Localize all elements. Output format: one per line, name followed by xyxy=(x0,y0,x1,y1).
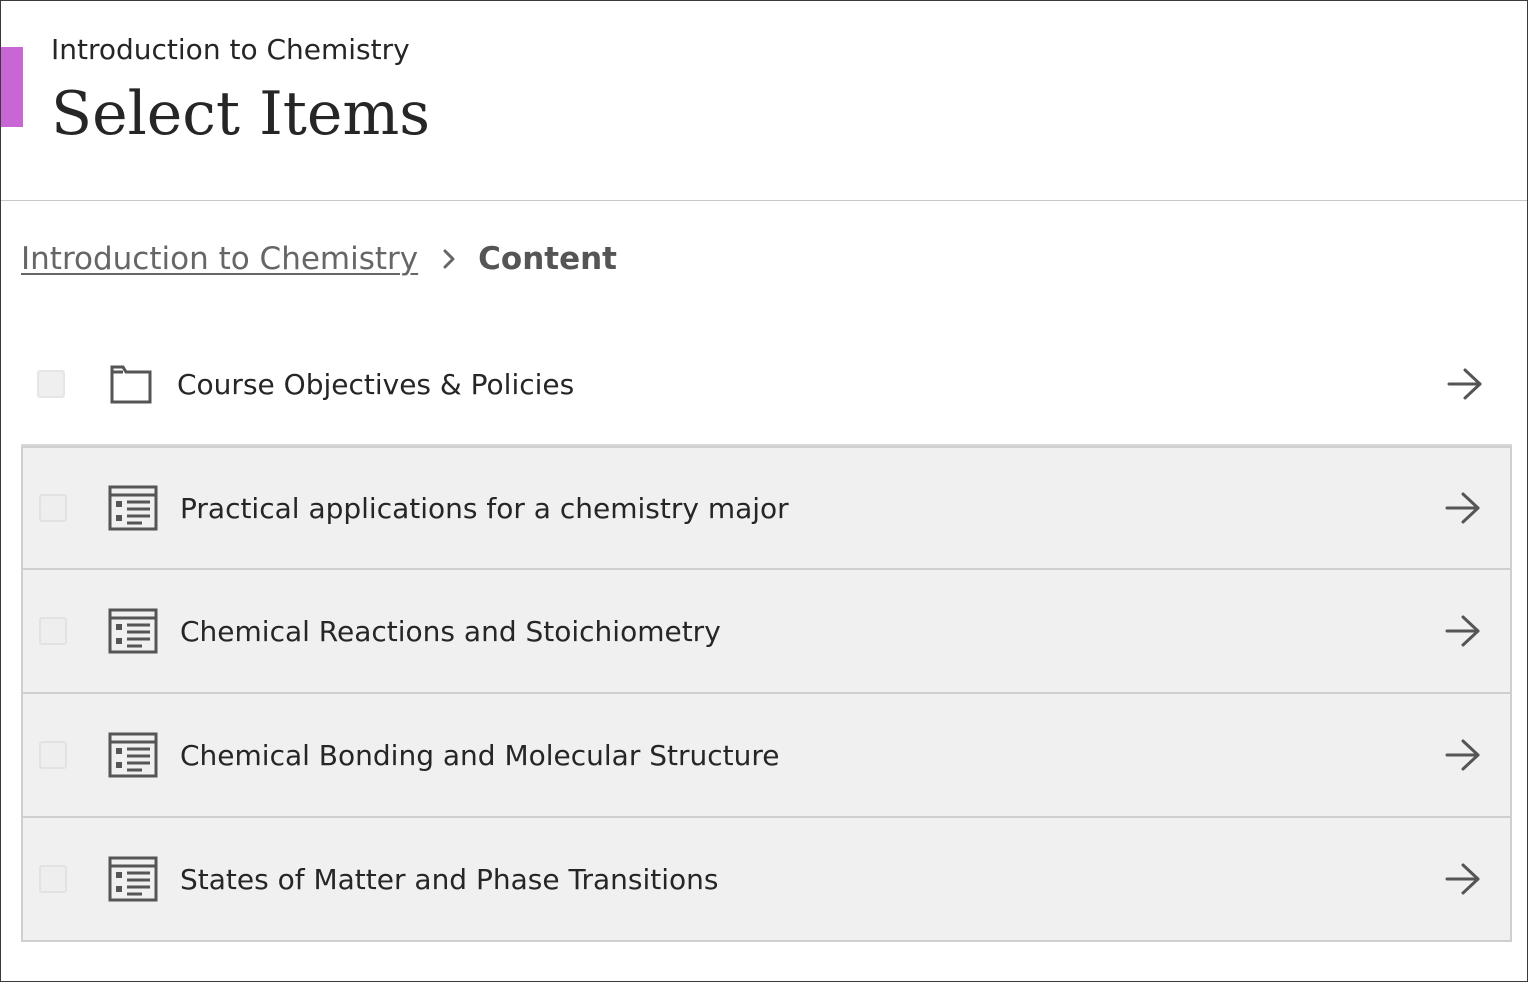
list-item-chemical-bonding[interactable]: Chemical Bonding and Molecular Structure xyxy=(21,694,1512,818)
breadcrumb-current: Content xyxy=(478,241,617,277)
item-title: Practical applications for a chemistry m… xyxy=(180,491,789,525)
item-checkbox[interactable] xyxy=(39,865,67,893)
breadcrumb-course-link[interactable]: Introduction to Chemistry xyxy=(21,241,418,277)
item-title: Chemical Reactions and Stoichiometry xyxy=(180,614,721,648)
page-title: Select Items xyxy=(51,79,431,149)
arrow-right-icon[interactable] xyxy=(1444,860,1482,898)
item-title: Course Objectives & Policies xyxy=(177,367,575,401)
folder-icon xyxy=(106,359,156,409)
item-checkbox[interactable] xyxy=(37,370,65,398)
item-title: States of Matter and Phase Transitions xyxy=(180,862,719,896)
document-icon xyxy=(108,483,158,533)
arrow-right-icon[interactable] xyxy=(1446,365,1484,403)
accent-bar xyxy=(1,47,23,127)
item-checkbox[interactable] xyxy=(39,617,67,645)
item-checkbox[interactable] xyxy=(39,494,67,522)
content-list: Course Objectives & Policies Practical a… xyxy=(21,324,1512,942)
arrow-right-icon[interactable] xyxy=(1444,489,1482,527)
arrow-right-icon[interactable] xyxy=(1444,736,1482,774)
arrow-right-icon[interactable] xyxy=(1444,612,1482,650)
item-title: Chemical Bonding and Molecular Structure xyxy=(180,738,780,772)
document-icon xyxy=(108,606,158,656)
list-item-chemical-reactions[interactable]: Chemical Reactions and Stoichiometry xyxy=(21,570,1512,694)
list-item-states-of-matter[interactable]: States of Matter and Phase Transitions xyxy=(21,818,1512,942)
breadcrumb: Introduction to Chemistry Content xyxy=(21,241,617,277)
select-items-panel: Introduction to Chemistry Select Items I… xyxy=(0,0,1528,982)
course-name: Introduction to Chemistry xyxy=(51,33,410,66)
list-item-practical-applications[interactable]: Practical applications for a chemistry m… xyxy=(21,446,1512,570)
document-icon xyxy=(108,730,158,780)
document-icon xyxy=(108,854,158,904)
list-item-course-objectives[interactable]: Course Objectives & Policies xyxy=(21,324,1512,446)
page-header: Introduction to Chemistry Select Items xyxy=(1,1,1527,201)
item-checkbox[interactable] xyxy=(39,741,67,769)
chevron-right-icon xyxy=(442,248,456,270)
